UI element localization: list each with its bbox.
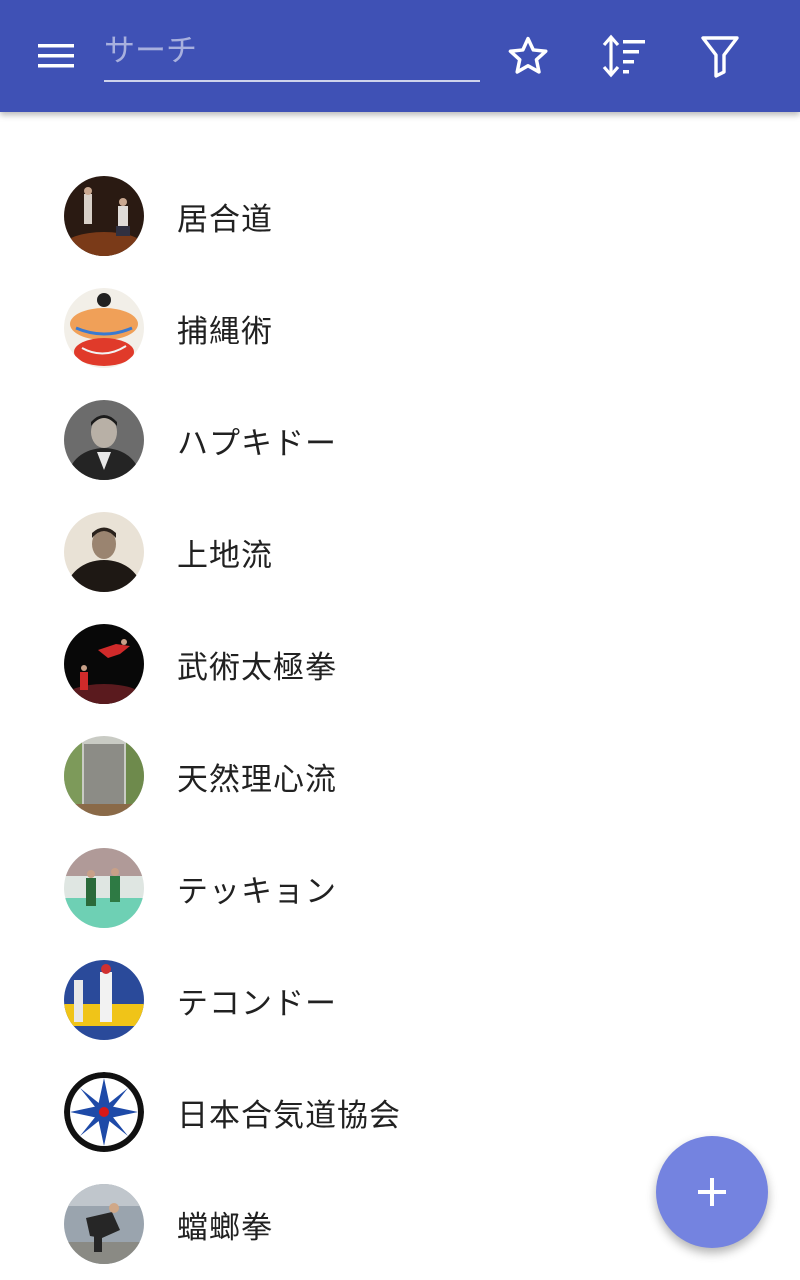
list-item[interactable]: テコンドー [0, 944, 800, 1056]
sort-icon [602, 34, 645, 78]
search-input[interactable] [104, 22, 480, 80]
plus-icon [698, 1178, 726, 1206]
avatar [64, 1184, 144, 1264]
list-item-label: 捕縄術 [177, 313, 273, 350]
list-item[interactable]: 天然理心流 [0, 720, 800, 832]
avatar [64, 624, 144, 704]
list-item-label: テッキョン [177, 873, 337, 910]
search-field [104, 22, 480, 82]
list-item-label: 居合道 [177, 201, 273, 238]
list-item[interactable]: テッキョン [0, 832, 800, 944]
favorites-button[interactable] [500, 28, 556, 84]
martial-arts-list: 居合道 捕縄術 ハプキドー 上地流 武術太極拳 天然理心流 テッキョン テコンド… [0, 160, 800, 1280]
add-button[interactable] [656, 1136, 768, 1248]
list-item[interactable]: 居合道 [0, 160, 800, 272]
list-item-label: テコンドー [177, 985, 337, 1022]
menu-button[interactable] [28, 32, 84, 80]
list-item-label: 天然理心流 [177, 761, 337, 798]
list-item[interactable]: 上地流 [0, 496, 800, 608]
star-outline-icon [508, 36, 548, 74]
list-item-label: 上地流 [177, 537, 273, 574]
avatar [64, 176, 144, 256]
list-item-label: 日本合気道協会 [177, 1097, 401, 1134]
filter-button[interactable] [692, 28, 748, 84]
list-item-label: ハプキドー [177, 425, 337, 462]
avatar [64, 960, 144, 1040]
app-bar [0, 0, 800, 112]
list-item[interactable]: 武術太極拳 [0, 608, 800, 720]
avatar [64, 1072, 144, 1152]
list-item[interactable]: ハプキドー [0, 384, 800, 496]
avatar [64, 400, 144, 480]
list-item[interactable]: 捕縄術 [0, 272, 800, 384]
list-item-label: 武術太極拳 [177, 649, 337, 686]
avatar [64, 288, 144, 368]
menu-icon [38, 44, 74, 68]
filter-icon [701, 36, 739, 78]
sort-button[interactable] [596, 28, 652, 84]
list-item-label: 蟷螂拳 [177, 1209, 273, 1246]
avatar [64, 848, 144, 928]
avatar [64, 736, 144, 816]
avatar [64, 512, 144, 592]
